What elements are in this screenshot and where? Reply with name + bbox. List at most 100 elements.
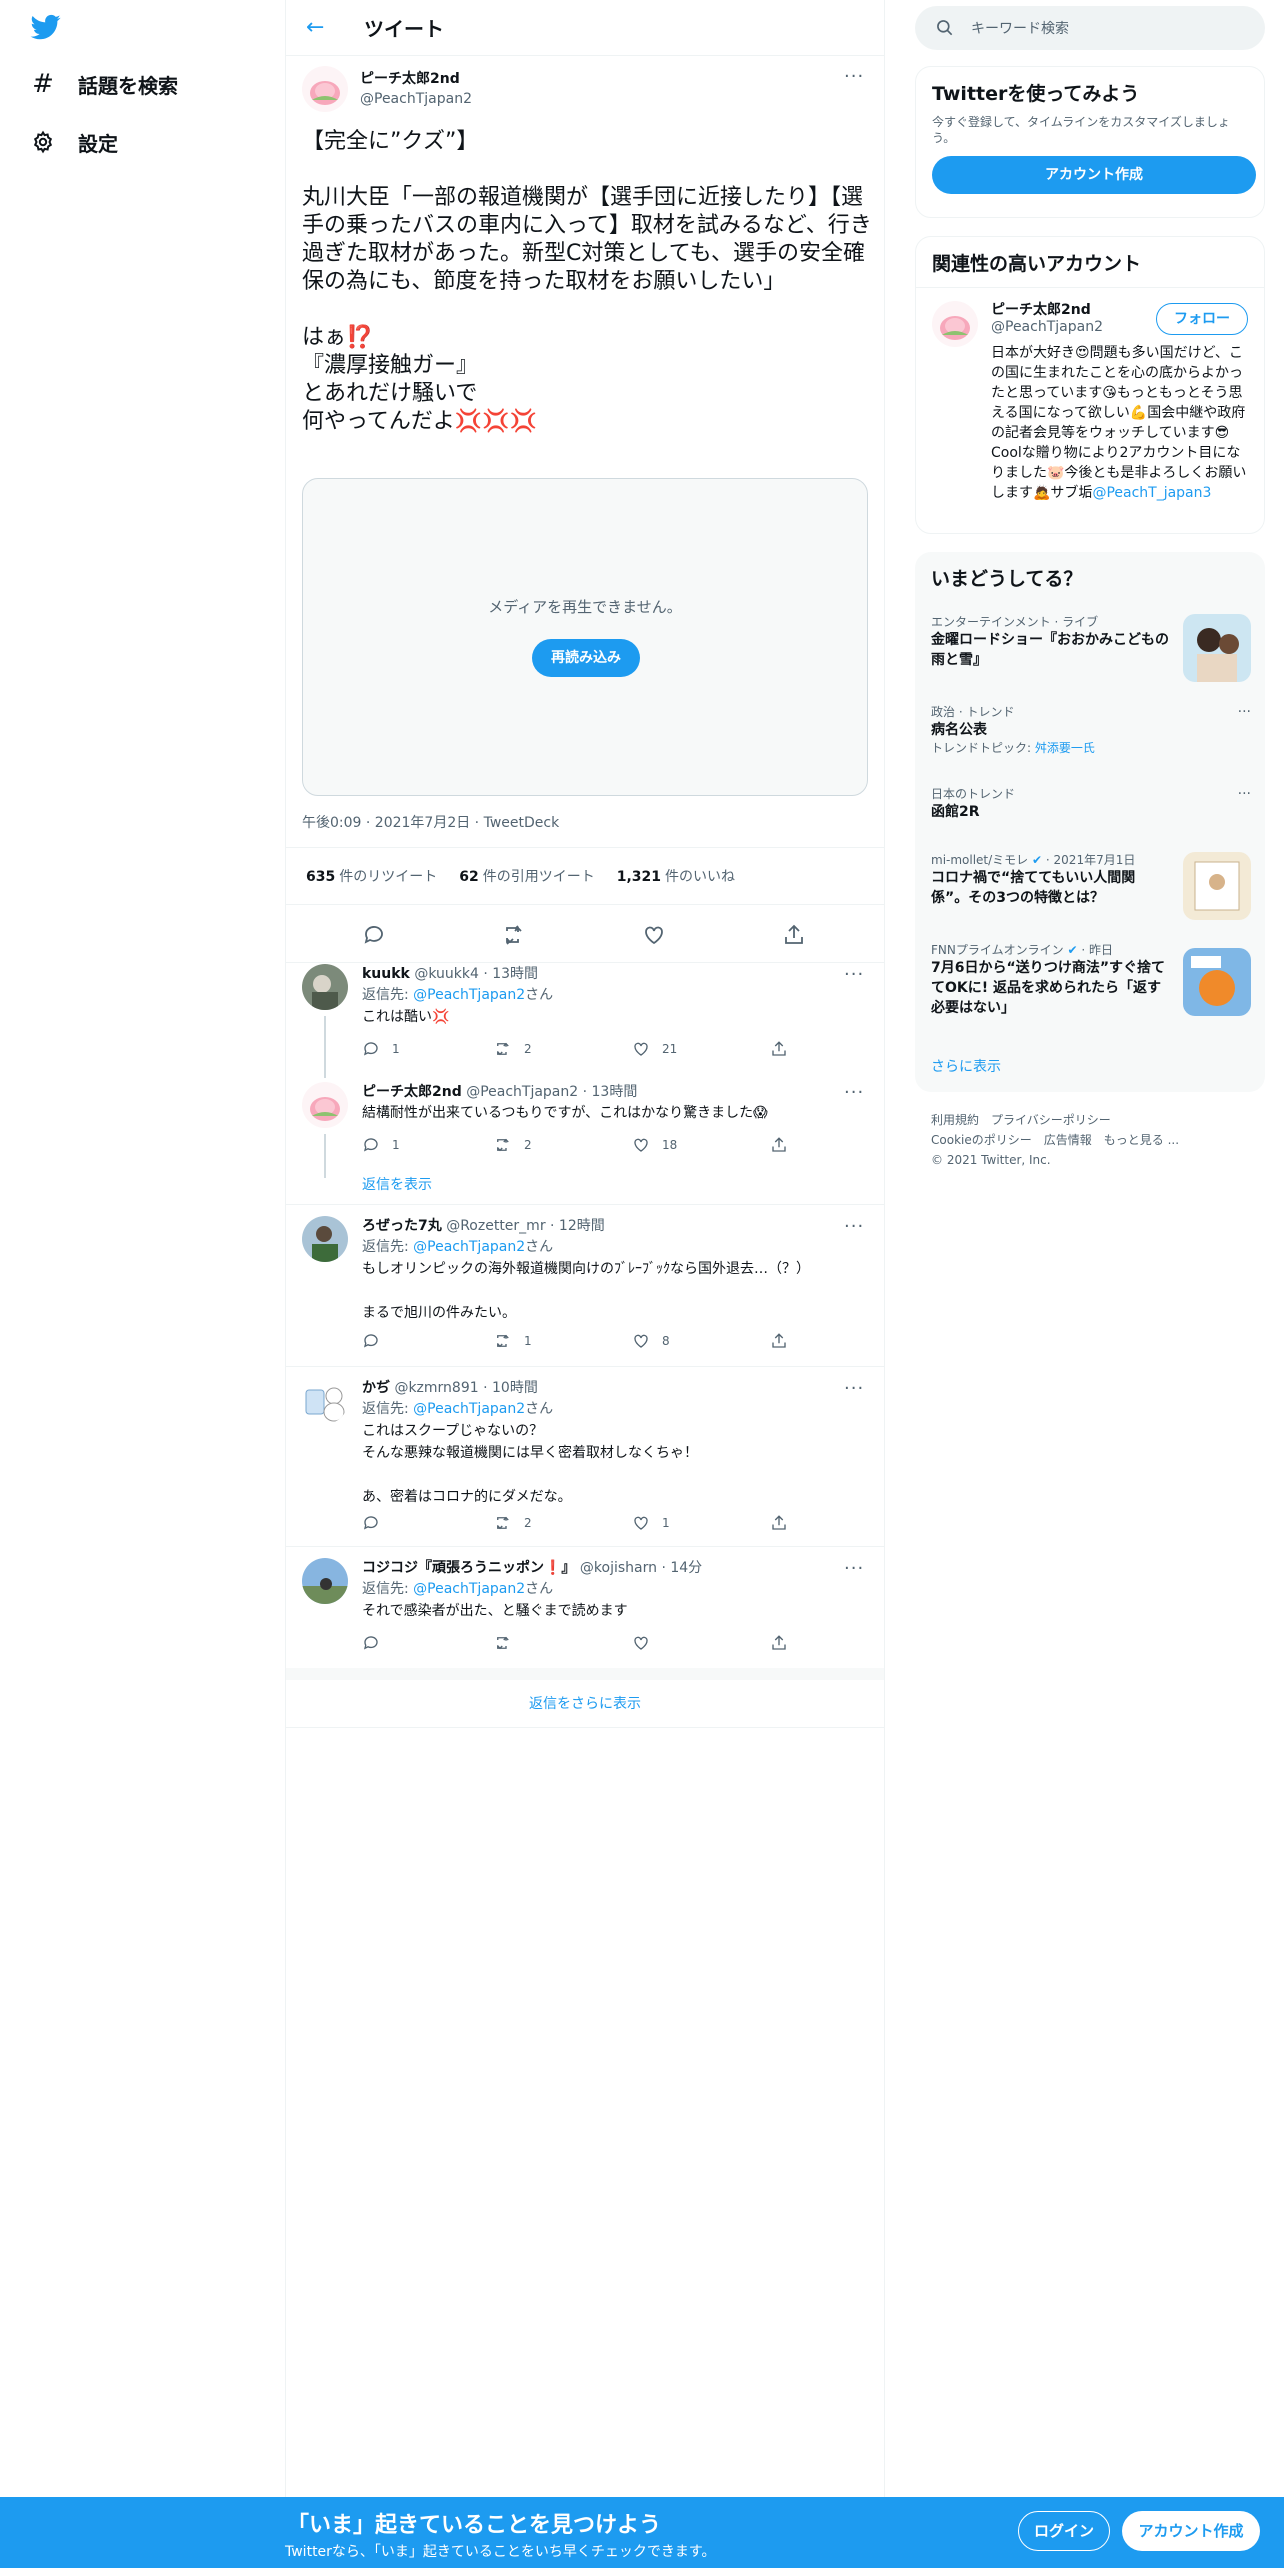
like-icon[interactable]: 18 xyxy=(632,1136,677,1154)
reply-text: それで感染者が出た、と騒ぐまで読めます xyxy=(362,1603,628,1619)
reply-actions: 1 8 xyxy=(362,1332,802,1354)
tweet-meta[interactable]: 午後0:09 · 2021年7月2日 · TweetDeck xyxy=(302,812,559,832)
author-name[interactable]: ピーチ太郎2nd xyxy=(360,69,472,89)
avatar[interactable] xyxy=(302,66,348,112)
more-options-icon[interactable]: ··· xyxy=(844,66,864,87)
related-handle[interactable]: @PeachTjapan2 xyxy=(991,319,1103,335)
more-options-icon[interactable]: ··· xyxy=(844,964,864,985)
more-link[interactable]: もっと見る ... xyxy=(1104,1133,1179,1147)
twitter-logo-icon[interactable] xyxy=(28,12,64,42)
gear-icon xyxy=(30,129,56,155)
reply-text: これは酷い💢 xyxy=(362,1009,450,1025)
like-icon[interactable]: 1 xyxy=(632,1514,670,1532)
reply-icon[interactable]: 1 xyxy=(362,1040,400,1058)
cookie-link[interactable]: Cookieのポリシー xyxy=(931,1133,1032,1147)
reply-icon[interactable]: 1 xyxy=(362,1136,400,1154)
like-icon[interactable]: 21 xyxy=(632,1040,677,1058)
trends-card: いまどうしてる？ エンターテインメント · ライブ 金曜ロードショー『おおかみこ… xyxy=(915,552,1265,1092)
more-options-icon[interactable]: ··· xyxy=(844,1082,864,1103)
main-header: ← ツイート xyxy=(286,0,884,56)
ads-link[interactable]: 広告情報 xyxy=(1044,1133,1092,1147)
tweet-author[interactable]: ピーチ太郎2nd @PeachTjapan2 xyxy=(302,66,472,112)
show-more-replies-button[interactable]: 返信をさらに表示 xyxy=(286,1668,884,1728)
reply-icon[interactable] xyxy=(362,1514,392,1532)
like-icon[interactable] xyxy=(642,923,666,947)
trend-item[interactable]: mi-mollet/ミモレ ✔ · 2021年7月1日 コロナ禍で“捨ててもいい… xyxy=(931,852,1251,932)
nav-explore[interactable]: # 話題を検索 xyxy=(30,64,178,104)
more-options-icon[interactable]: ··· xyxy=(844,1378,864,1399)
more-options-icon[interactable]: ··· xyxy=(1238,704,1251,720)
more-options-icon[interactable]: ··· xyxy=(844,1558,864,1579)
reply-text: 結構耐性が出来ているつもりですが、これはかなり驚きました😱 xyxy=(362,1105,768,1121)
avatar[interactable] xyxy=(302,1558,348,1604)
like-icon[interactable] xyxy=(632,1634,662,1652)
reply-item[interactable]: ろぜった7丸 @Rozetter_mr · 12時間 ··· 返信先: @Pea… xyxy=(286,1216,884,1366)
nav-settings[interactable]: 設定 xyxy=(30,122,118,162)
reply-item[interactable]: kuukk @kuukk4 · 13時間 ··· 返信先: @PeachTjap… xyxy=(286,964,884,1084)
login-button[interactable]: ログイン xyxy=(1018,2511,1110,2551)
share-icon[interactable] xyxy=(770,1514,800,1532)
trend-item[interactable]: 政治 · トレンド 病名公表 トレンドトピック: 舛添要一氏 ··· xyxy=(931,704,1251,772)
media-player[interactable]: メディアを再生できません。 再読み込み xyxy=(302,478,868,796)
reply-actions: 1 2 18 xyxy=(362,1136,802,1158)
trend-item[interactable]: 日本のトレンド 函館2R ··· xyxy=(931,786,1251,834)
divider xyxy=(286,1366,884,1367)
avatar[interactable] xyxy=(302,1216,348,1262)
trend-item[interactable]: エンターテインメント · ライブ 金曜ロードショー『おおかみこどもの雨と雪』 xyxy=(931,614,1251,686)
create-account-button[interactable]: アカウント作成 xyxy=(932,156,1256,194)
related-name[interactable]: ピーチ太郎2nd xyxy=(991,299,1091,319)
reply-item[interactable]: ピーチ太郎2nd @PeachTjapan2 · 13時間 ··· 結構耐性が出… xyxy=(286,1082,884,1202)
avatar[interactable] xyxy=(302,1378,348,1424)
reply-icon[interactable] xyxy=(362,923,386,947)
reply-item[interactable]: かぢ @kzmrn891 · 10時間 ··· 返信先: @PeachTjapa… xyxy=(286,1378,884,1546)
retweet-icon[interactable] xyxy=(494,1634,524,1652)
share-icon[interactable] xyxy=(770,1332,800,1350)
page: # 話題を検索 設定 ← ツイート ピーチ太郎2nd @PeachTjapan2… xyxy=(0,0,1284,2568)
retweet-icon[interactable]: 2 xyxy=(494,1514,532,1532)
avatar[interactable] xyxy=(302,1082,348,1128)
nav-settings-label: 設定 xyxy=(78,131,118,156)
like-icon[interactable]: 8 xyxy=(632,1332,670,1350)
show-replies-link[interactable]: 返信を表示 xyxy=(362,1174,432,1194)
retweet-stat[interactable]: 635 件のリツイート xyxy=(306,866,437,886)
quote-stat[interactable]: 62 件の引用ツイート xyxy=(459,866,594,886)
show-more-link[interactable]: さらに表示 xyxy=(931,1056,1001,1076)
retweet-icon[interactable] xyxy=(502,923,526,947)
more-options-icon[interactable]: ··· xyxy=(844,1216,864,1237)
verified-icon: ✔ xyxy=(1067,943,1078,957)
share-icon[interactable] xyxy=(770,1136,800,1154)
reply-time: · 12時間 xyxy=(550,1218,605,1234)
trend-item[interactable]: FNNプライムオンライン ✔ · 昨日 7月6日から“送りつけ商法”すぐ捨ててO… xyxy=(931,942,1251,1038)
back-arrow-icon[interactable]: ← xyxy=(306,15,346,40)
reply-actions: 1 2 21 xyxy=(362,1040,802,1062)
author-handle[interactable]: @PeachTjapan2 xyxy=(360,89,472,109)
trend-thumbnail xyxy=(1183,614,1251,682)
reply-header: ろぜった7丸 @Rozetter_mr · 12時間 xyxy=(362,1216,605,1236)
reply-text: これはスクープじゃないの？ そんな悪辣な報道機関には早く密着取材しなくちゃ！ あ… xyxy=(362,1423,698,1505)
share-icon[interactable] xyxy=(770,1634,800,1652)
share-icon[interactable] xyxy=(782,923,806,947)
retweet-icon[interactable]: 2 xyxy=(494,1136,532,1154)
avatar[interactable] xyxy=(302,964,348,1010)
more-options-icon[interactable]: ··· xyxy=(1238,786,1251,802)
search-input[interactable]: キーワード検索 xyxy=(915,6,1265,50)
follow-button[interactable]: フォロー xyxy=(1156,303,1248,335)
reply-handle: @PeachTjapan2 xyxy=(466,1084,579,1100)
retweet-icon[interactable]: 2 xyxy=(494,1040,532,1058)
retweet-icon[interactable]: 1 xyxy=(494,1332,532,1350)
like-stat[interactable]: 1,321 件のいいね xyxy=(617,866,735,886)
reply-handle: @Rozetter_mr xyxy=(446,1218,546,1234)
reply-actions xyxy=(362,1634,802,1656)
signup-button[interactable]: アカウント作成 xyxy=(1122,2511,1260,2551)
reload-button[interactable]: 再読み込み xyxy=(532,639,640,677)
media-error-message: メディアを再生できません。 xyxy=(488,598,682,616)
reply-item[interactable]: コジコジ『頑張ろうニッポン❗』 @kojisharn · 14分 ··· 返信先… xyxy=(286,1558,884,1658)
reply-to: 返信先: @PeachTjapan2さん xyxy=(362,1581,554,1597)
reply-icon[interactable] xyxy=(362,1332,392,1350)
terms-link[interactable]: 利用規約 xyxy=(931,1113,979,1127)
share-icon[interactable] xyxy=(770,1040,800,1058)
reply-icon[interactable] xyxy=(362,1634,392,1652)
related-accounts-card: 関連性の高いアカウント ピーチ太郎2nd @PeachTjapan2 フォロー … xyxy=(915,236,1265,534)
privacy-link[interactable]: プライバシーポリシー xyxy=(991,1113,1111,1127)
avatar[interactable] xyxy=(932,301,978,347)
